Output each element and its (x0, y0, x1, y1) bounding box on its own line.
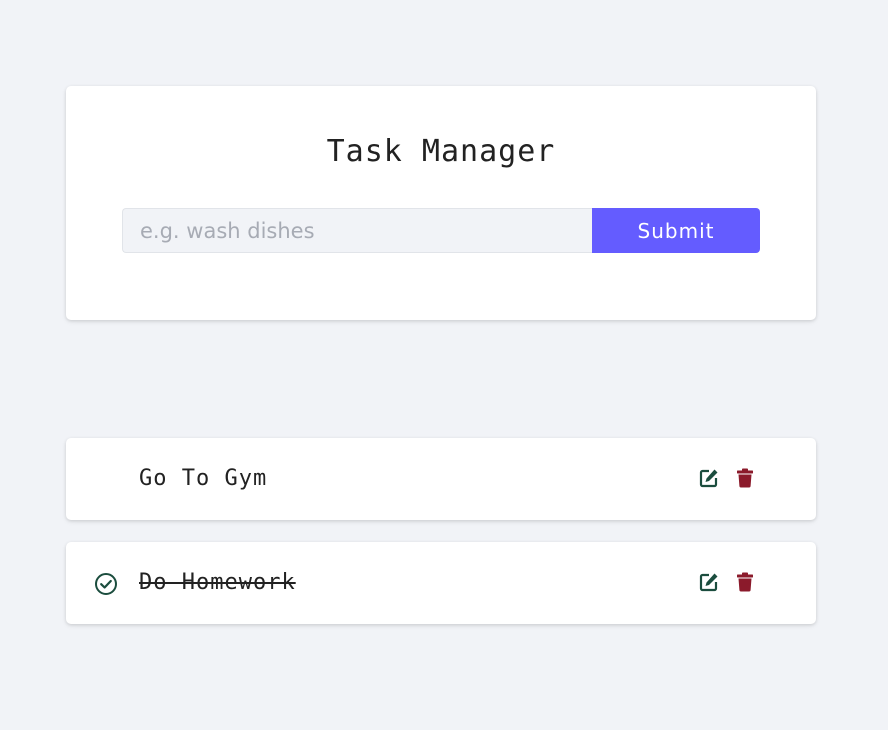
edit-button[interactable] (698, 571, 720, 593)
edit-icon (699, 573, 718, 592)
edit-icon (699, 469, 718, 488)
delete-button[interactable] (734, 571, 756, 593)
task-form: Submit (122, 208, 760, 253)
task-input[interactable] (122, 208, 592, 253)
page-title: Task Manager (326, 134, 556, 169)
task-item: Go To Gym (66, 438, 816, 520)
task-name[interactable]: Go To Gym (139, 465, 267, 493)
edit-button[interactable] (698, 467, 720, 489)
task-name[interactable]: Do Homework (139, 569, 296, 597)
task-form-card: Task Manager Submit (66, 86, 816, 320)
trash-icon (737, 468, 753, 488)
trash-icon (737, 572, 753, 592)
task-item: Do Homework (66, 542, 816, 624)
check-circle-icon (95, 573, 117, 595)
delete-button[interactable] (734, 467, 756, 489)
submit-button[interactable]: Submit (592, 208, 760, 253)
